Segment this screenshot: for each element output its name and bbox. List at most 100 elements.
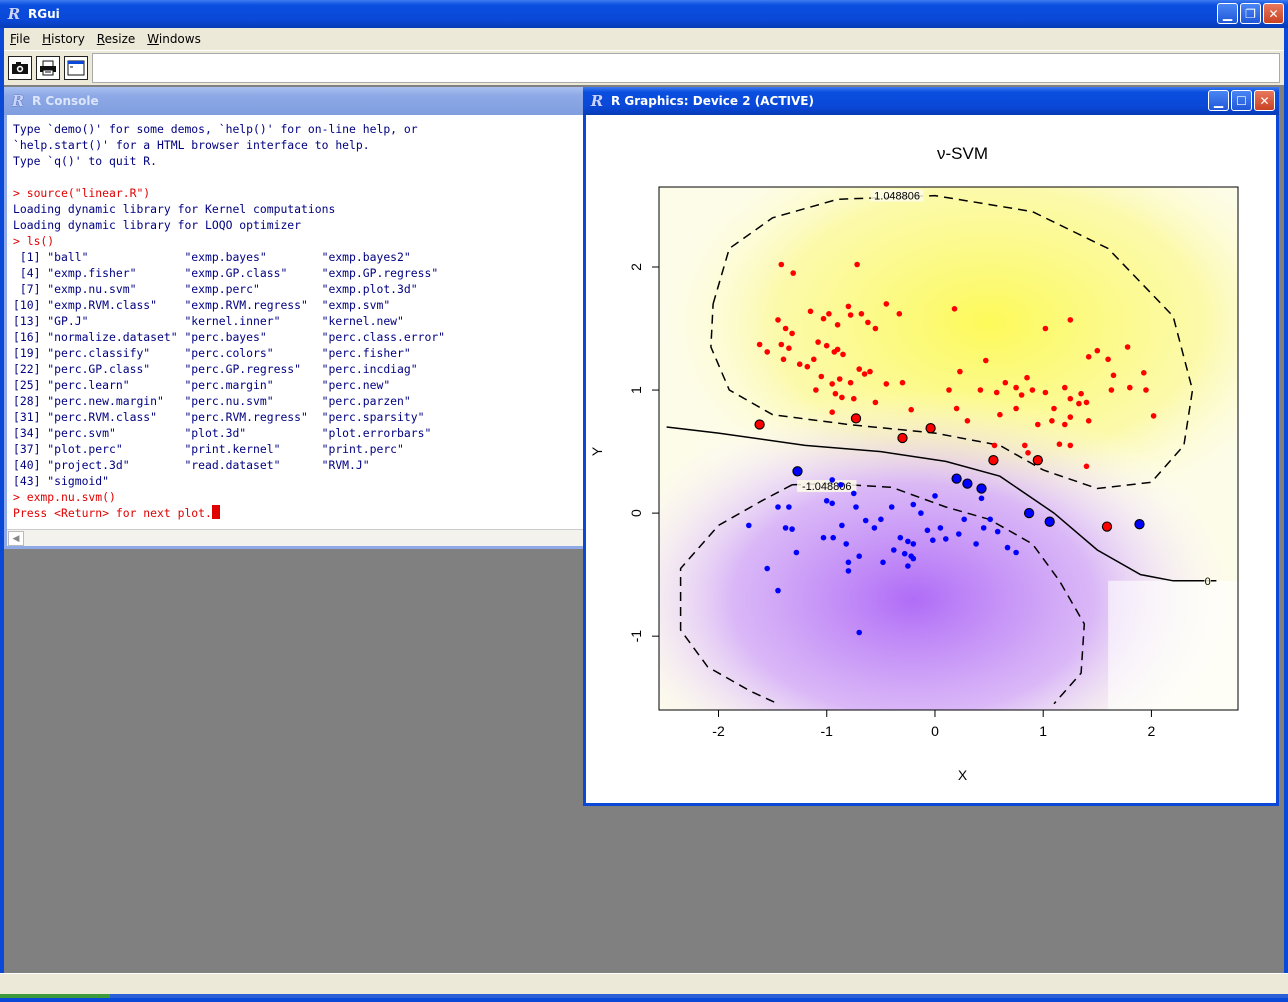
data-point — [851, 395, 857, 402]
menu-resize-accel: R — [96, 32, 105, 46]
minimize-button[interactable]: ▁ — [1217, 3, 1238, 24]
data-point — [780, 356, 787, 363]
console-line: [37] "plot.perc" "print.kernel" "print.p… — [13, 441, 579, 457]
menu-windows[interactable]: Windows — [141, 32, 207, 46]
data-point — [830, 534, 836, 541]
support-vector-point — [897, 432, 908, 444]
menu-file[interactable]: File — [4, 32, 36, 46]
console-title-bar[interactable]: R R Console — [4, 87, 586, 115]
contour-label: 0 — [1205, 576, 1211, 588]
data-point — [871, 525, 878, 531]
data-point — [856, 629, 862, 636]
r-console-window: R R Console Type `demo()' for some demos… — [4, 87, 586, 549]
menu-resize[interactable]: Resize — [91, 32, 141, 46]
data-point — [1110, 372, 1117, 379]
console-line-text: [43] "sigmoid" — [13, 474, 110, 488]
support-vector-point — [962, 478, 973, 489]
console-line-text: `help.start()' for a HTML browser interf… — [13, 138, 370, 152]
console-line-text: [4] "exmp.fisher" "exmp.GP.class" "exmp.… — [13, 266, 439, 280]
support-vector-point — [1023, 507, 1035, 519]
data-point — [987, 516, 993, 523]
data-point — [790, 270, 796, 276]
data-point — [1025, 450, 1031, 456]
data-point — [829, 381, 835, 387]
x-tick-label: -1 — [821, 723, 834, 739]
console-line-text — [13, 170, 20, 184]
console-line-text: > exmp.nu.svm() — [13, 490, 116, 504]
toolbar — [4, 50, 1284, 85]
nu-svm-plot: 1.048806 -1.048806 0 -2 -1 0 1 2 -1 0 1 2 ν-SVM X Y — [589, 144, 1239, 783]
y-tick-label: 2 — [628, 263, 644, 271]
data-point — [820, 315, 827, 322]
console-line-text: [19] "perc.classify" "perc.colors" "perc… — [13, 346, 411, 360]
chevron-left-icon: ◀ — [12, 533, 20, 544]
graphics-title-bar[interactable]: R R Graphics: Device 2 (ACTIVE) ▁ ☐ ✕ — [583, 87, 1279, 115]
menu-windows-accel: W — [147, 32, 159, 46]
data-point — [836, 376, 843, 382]
console-line: [22] "perc.GP.class" "perc.GP.regress" "… — [13, 361, 579, 377]
support-vector-point — [1134, 519, 1145, 530]
console-title: R Console — [32, 94, 99, 108]
menu-history[interactable]: History — [36, 32, 91, 46]
taskbar-strip — [0, 994, 1288, 998]
graphics-close-button[interactable]: ✕ — [1254, 90, 1275, 111]
data-point — [778, 261, 785, 268]
close-button[interactable]: ✕ — [1263, 3, 1284, 24]
data-point — [1067, 442, 1074, 449]
data-point — [1108, 387, 1115, 393]
graphics-minimize-button[interactable]: ▁ — [1208, 90, 1229, 111]
low-density-region — [1108, 580, 1238, 710]
console-line-text: Loading dynamic library for LOQO optimiz… — [13, 218, 302, 232]
print-button[interactable] — [36, 56, 60, 80]
support-vector-point — [951, 473, 962, 484]
console-button[interactable] — [64, 56, 88, 80]
main-window-title: RGui — [28, 7, 60, 21]
data-point — [1067, 395, 1074, 402]
data-point — [789, 330, 795, 337]
console-line-text: [40] "project.3d" "read.dataset" "RVM.J" — [13, 458, 370, 472]
data-point — [843, 541, 849, 547]
data-point — [829, 500, 835, 507]
scroll-left-button[interactable]: ◀ — [8, 531, 24, 546]
data-point — [1141, 370, 1147, 376]
data-point — [854, 261, 860, 268]
console-line: [25] "perc.learn" "perc.margin" "perc.ne… — [13, 377, 579, 393]
data-point — [834, 346, 841, 353]
data-point — [823, 342, 830, 349]
data-point — [813, 387, 819, 393]
menu-history-accel: H — [42, 32, 52, 46]
console-line: [16] "normalize.dataset" "perc.bayes" "p… — [13, 329, 579, 345]
console-line: [10] "exmp.RVM.class" "exmp.RVM.regress"… — [13, 297, 579, 313]
printer-icon — [40, 60, 56, 76]
console-line: Loading dynamic library for Kernel compu… — [13, 201, 579, 217]
data-point — [977, 387, 984, 393]
close-icon: ✕ — [1259, 93, 1270, 108]
graphics-maximize-button[interactable]: ☐ — [1231, 90, 1252, 111]
data-point — [937, 525, 944, 531]
data-point — [956, 531, 962, 537]
data-point — [1094, 347, 1101, 354]
data-point — [946, 387, 952, 393]
data-point — [775, 504, 781, 510]
restore-button[interactable]: ❐ — [1240, 3, 1261, 24]
data-point — [953, 405, 960, 412]
menu-bar: File History Resize Windows — [4, 28, 1284, 50]
r-logo-icon: R — [590, 92, 604, 110]
console-output[interactable]: Type `demo()' for some demos, `help()' f… — [13, 121, 579, 521]
data-point — [764, 565, 770, 572]
main-title-bar[interactable]: R RGui ▁ ❐ ✕ — [0, 0, 1288, 28]
data-point — [932, 493, 938, 499]
x-tick-label: 2 — [1148, 723, 1156, 739]
console-line-text: [10] "exmp.RVM.class" "exmp.RVM.regress"… — [13, 298, 391, 312]
r-graphics-window: R R Graphics: Device 2 (ACTIVE) ▁ ☐ ✕ 1.… — [583, 87, 1279, 806]
menu-file-label: ile — [16, 32, 31, 46]
console-line-text: [13] "GP.J" "kernel.inner" "kernel.new" — [13, 314, 404, 328]
copy-graph-button[interactable] — [8, 56, 32, 80]
maximize-icon: ☐ — [1236, 93, 1247, 108]
console-line-text: [7] "exmp.nu.svm" "exmp.perc" "exmp.plot… — [13, 282, 418, 296]
data-point — [899, 379, 906, 386]
camera-icon — [12, 62, 28, 74]
data-point — [1042, 389, 1049, 396]
console-horizontal-scrollbar[interactable]: ◀ — [7, 529, 583, 546]
data-point — [789, 526, 795, 532]
